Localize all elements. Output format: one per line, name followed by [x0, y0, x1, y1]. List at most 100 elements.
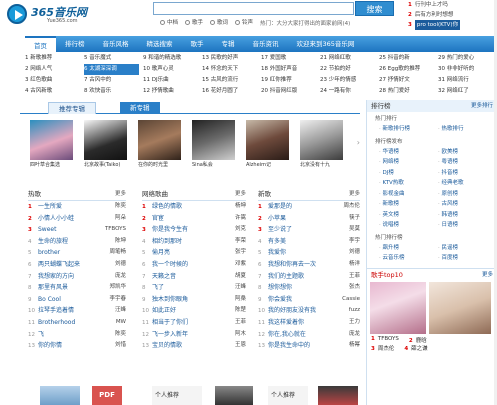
search-button[interactable]: 搜索 [355, 1, 394, 16]
search-input[interactable] [153, 2, 354, 15]
pdf-badge[interactable]: PDF [92, 386, 122, 405]
subnav-item[interactable]: 20 抖音网红版 [261, 86, 316, 97]
song-title[interactable]: 我们的主题歌 [268, 273, 304, 280]
bottom-mid-link[interactable]: 个人推荐 [152, 386, 202, 405]
nav-item-2[interactable]: 音乐风格 [94, 36, 138, 52]
rank-link[interactable]: 抖音榜 [438, 168, 497, 179]
singer-name[interactable]: TFBOYS [378, 336, 399, 342]
song-artist[interactable]: 杨幂 [349, 340, 360, 352]
rank-link[interactable]: 民谣榜 [438, 243, 497, 254]
album-cover[interactable]: 在你的时光里 [138, 120, 181, 168]
bottom-thumb[interactable] [40, 386, 80, 405]
song-title[interactable]: 生命的旅程 [38, 238, 68, 245]
subnav-item[interactable]: 16 花好月圆了 [202, 86, 257, 97]
top-rank-item[interactable]: 1 行刊中上才吗 [408, 0, 494, 10]
rank-link[interactable]: 网络榜 [379, 157, 438, 168]
album-cover-caption[interactable]: Alzheim记 [246, 161, 289, 168]
song-artist[interactable]: 刘德 [115, 259, 126, 271]
song-artist[interactable]: 陈奕 [115, 329, 126, 341]
rank-link[interactable]: DJ榜 [379, 168, 438, 179]
subnav-item[interactable]: 9 和谐的精选歌 [143, 53, 198, 64]
song-artist[interactable]: MW [116, 317, 126, 329]
subnav-item[interactable]: 6 太湖深深调 [84, 64, 139, 75]
song-artist[interactable]: 王菲 [349, 271, 360, 283]
song-artist[interactable]: 庞龙 [115, 271, 126, 283]
subnav-item[interactable]: 29 热门的爱心 [438, 53, 493, 64]
song-title[interactable]: 宝贝的情歌 [152, 342, 182, 349]
song-title[interactable]: 天籁之音 [152, 273, 176, 280]
song-title[interactable]: 爱那是的 [268, 203, 292, 210]
song-title[interactable]: Bo Cool [38, 296, 61, 303]
rank-link[interactable]: 英文榜 [379, 210, 438, 221]
song-title[interactable]: 如此正好 [152, 307, 176, 314]
song-title[interactable]: 一生所爱 [38, 203, 62, 210]
song-title[interactable]: 独木到你眼角 [152, 296, 188, 303]
search-option-0[interactable]: 中档 [160, 18, 178, 26]
subnav-item[interactable]: 11 DJ乐曲 [143, 75, 198, 86]
song-artist[interactable]: 杨洋 [349, 259, 360, 271]
song-artist[interactable]: 周杰伦 [343, 201, 360, 213]
song-title[interactable]: 我的好朋友没有我 [268, 307, 316, 314]
subnav-item[interactable]: 26 Egg歌的推荐 [379, 64, 434, 75]
song-artist[interactable]: 刘德 [349, 247, 360, 259]
search-option-2[interactable]: 歌词 [210, 18, 228, 26]
subnav-item[interactable]: 32 网络红了 [438, 86, 493, 97]
nav-item-4[interactable]: 歌手 [182, 36, 213, 52]
list-more-link[interactable]: 更多 [235, 188, 246, 200]
radio-icon[interactable] [210, 20, 216, 25]
song-title[interactable]: 那里有风景 [38, 284, 68, 291]
nav-item-5[interactable]: 专辑 [213, 36, 244, 52]
song-title[interactable]: 你的你情 [38, 342, 62, 349]
song-artist[interactable]: 阿朵 [115, 213, 126, 225]
song-title[interactable]: Brotherhood [38, 319, 75, 326]
next-arrow-icon[interactable]: › [357, 138, 360, 147]
subnav-item[interactable]: 17 爱国歌 [261, 53, 316, 64]
subnav-item[interactable]: 25 抖音的新 [379, 53, 434, 64]
song-artist[interactable]: fuzz [349, 305, 360, 317]
search-option-1[interactable]: 歌手 [185, 18, 203, 26]
song-artist[interactable]: 陈坤 [115, 236, 126, 248]
rank-link[interactable]: KTV热歌 [379, 178, 438, 189]
rank-link[interactable]: 古风榜 [438, 199, 497, 210]
song-artist[interactable]: 筷子 [349, 213, 360, 225]
rank-link[interactable]: 云音乐榜 [379, 253, 438, 264]
singer-name[interactable]: 周杰伦 [378, 346, 395, 352]
site-logo[interactable]: 365音乐网 Yue365.com [3, 1, 115, 27]
song-artist[interactable]: 阿木 [235, 329, 246, 341]
rank-link[interactable]: 新歌榜 [379, 199, 438, 210]
song-title[interactable]: Sweet [38, 226, 56, 233]
rank-link[interactable]: 原创榜 [438, 189, 497, 200]
song-artist[interactable]: 阿桑 [235, 294, 246, 306]
tab-new-albums[interactable]: 新专辑 [120, 102, 160, 114]
song-title[interactable]: 小苹果 [268, 215, 286, 222]
album-cover-caption[interactable]: 北京没有十九 [300, 161, 343, 168]
bottom-thumb[interactable] [318, 386, 358, 405]
album-cover-caption[interactable]: 四叶草合集选 [30, 161, 73, 168]
song-title[interactable]: 偷月亮 [152, 249, 170, 256]
album-cover-caption[interactable]: 在你的时光里 [138, 161, 181, 168]
song-title[interactable]: 小情人小小蛙 [38, 215, 74, 222]
rank-more-link[interactable]: 更多排行 [471, 100, 493, 112]
song-artist[interactable]: 汪峰 [115, 305, 126, 317]
subnav-item[interactable]: 12 抒情歌曲 [143, 86, 198, 97]
rank-link[interactable]: 韩语榜 [438, 210, 497, 221]
list-more-link[interactable]: 更多 [115, 188, 126, 200]
song-artist[interactable]: 周笔畅 [109, 247, 126, 259]
song-artist[interactable]: 郑凯华 [109, 282, 126, 294]
nav-item-0[interactable]: 首页 [25, 36, 56, 52]
bottom-thumb[interactable] [215, 386, 253, 405]
subnav-item[interactable]: 30 非非好听的 [438, 64, 493, 75]
rank-link[interactable]: 经典老歌 [438, 178, 497, 189]
subnav-item[interactable]: 23 少年的情感 [320, 75, 375, 86]
rank-link[interactable]: 新歌排行榜 [379, 124, 438, 135]
song-title[interactable]: 至少说了 [268, 226, 292, 233]
song-artist[interactable]: 胡夏 [235, 271, 246, 283]
album-cover-image[interactable] [84, 120, 127, 160]
song-title[interactable]: 两只蝴蝶飞起来 [38, 261, 80, 268]
subnav-item[interactable]: 22 节拍的好 [320, 64, 375, 75]
song-title[interactable]: 相当于了你们 [152, 319, 188, 326]
top-rank-item[interactable]: 2 后有方利时想想 [408, 10, 494, 20]
singer-rank-item[interactable]: 3 周杰伦 [371, 344, 394, 352]
subnav-item[interactable]: 8 欢快音乐 [84, 86, 139, 97]
album-cover-caption[interactable]: Sina私会 [192, 161, 235, 168]
